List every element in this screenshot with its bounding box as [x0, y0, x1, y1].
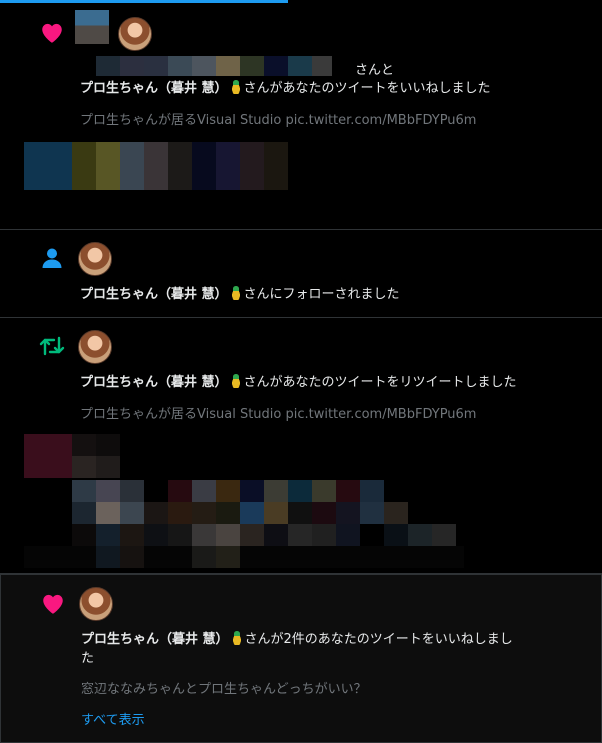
person-icon	[38, 244, 66, 272]
action-text: さんがあなたのツイートをリツイートしました	[243, 375, 517, 390]
tweet-image-thumbnail[interactable]	[24, 142, 294, 192]
action-text: さんが2件のあなたのツイートをいいねしまし	[244, 632, 513, 647]
like-others-suffix: さんと	[355, 63, 395, 78]
avatar[interactable]	[78, 242, 112, 276]
pineapple-emoji-icon	[230, 631, 243, 645]
show-all-link[interactable]: すべて表示	[81, 712, 145, 730]
avatar[interactable]	[79, 587, 113, 621]
notification-like-2[interactable]: プロ生ちゃん（暮井 慧） さんが2件のあなたのツイートをいいねしまし た 窓辺なな…	[0, 574, 602, 743]
user-name[interactable]: プロ生ちゃん（暮井 慧）	[80, 287, 228, 302]
heart-icon	[38, 18, 66, 46]
notification-follow[interactable]: プロ生ちゃん（暮井 慧） さんにフォローされました	[0, 230, 602, 318]
loading-progress	[0, 0, 288, 3]
avatar[interactable]	[78, 330, 112, 364]
notification-text: プロ生ちゃん（暮井 慧） さんにフォローされました	[80, 286, 400, 304]
notification-text: プロ生ちゃん（暮井 慧） さんが2件のあなたのツイートをいいねしまし	[81, 631, 513, 649]
notification-retweet[interactable]: プロ生ちゃん（暮井 慧） さんがあなたのツイートをリツイートしました プロ生ちゃん…	[0, 318, 602, 574]
action-text-continued: た	[81, 651, 95, 666]
pineapple-emoji-icon	[229, 286, 242, 300]
tweet-preview[interactable]: プロ生ちゃんが居るVisual Studio pic.twitter.com/M…	[80, 112, 476, 130]
retweet-icon	[38, 332, 66, 360]
user-name[interactable]: プロ生ちゃん（暮井 慧）	[80, 375, 228, 390]
user-name[interactable]: プロ生ちゃん（暮井 慧）	[81, 632, 229, 647]
avatar[interactable]	[75, 10, 109, 44]
tweet-preview[interactable]: 窓辺ななみちゃんとプロ生ちゃんどっちがいい？	[81, 681, 367, 699]
action-text: さんがあなたのツイートをいいねしました	[243, 81, 491, 96]
avatar[interactable]	[118, 17, 152, 51]
pineapple-emoji-icon	[229, 374, 242, 388]
heart-icon	[39, 589, 67, 617]
notification-like-1[interactable]: さんと プロ生ちゃん（暮井 慧） さんがあなたのツイートをいいねしました プロ生ち…	[0, 4, 602, 230]
pineapple-emoji-icon	[229, 80, 242, 94]
redacted-names	[96, 56, 356, 76]
tweet-image-thumbnail[interactable]	[24, 434, 464, 570]
action-text: さんにフォローされました	[243, 287, 400, 302]
notification-text: プロ生ちゃん（暮井 慧） さんがあなたのツイートをリツイートしました	[80, 374, 517, 392]
user-name[interactable]: プロ生ちゃん（暮井 慧）	[80, 81, 228, 96]
tweet-preview[interactable]: プロ生ちゃんが居るVisual Studio pic.twitter.com/M…	[80, 406, 476, 424]
notification-text: プロ生ちゃん（暮井 慧） さんがあなたのツイートをいいねしました	[80, 80, 491, 98]
